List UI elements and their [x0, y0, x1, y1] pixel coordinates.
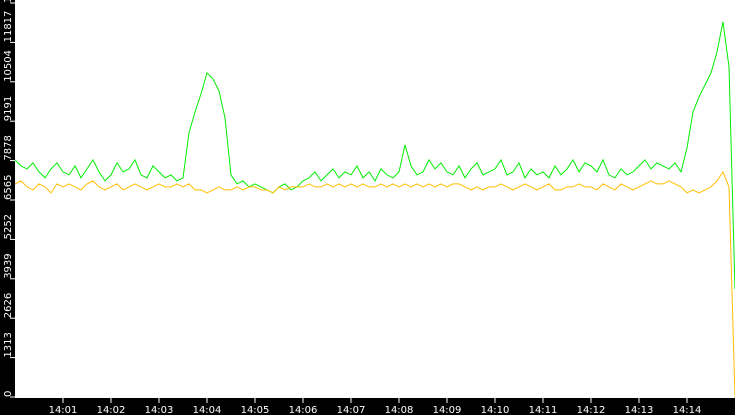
x-tick-label: 14:03	[145, 405, 174, 415]
x-tick-label: 14:01	[49, 405, 78, 415]
y-axis: 0 1313 2626 3939 5252 6565 7878 9191 10504 11817 1…	[3, 0, 15, 398]
y-tick-label: 9191	[3, 96, 14, 121]
x-tick-label: 14:04	[193, 405, 222, 415]
line-chart: 0 1313 2626 3939 5252 6565 7878 9191 10504 11817 1…	[0, 0, 735, 415]
x-tick-label: 14:07	[337, 405, 366, 415]
y-tick-label: 0	[3, 391, 14, 397]
x-tick-label: 14:12	[577, 405, 606, 415]
y-tick-label: 10504	[3, 50, 14, 82]
x-tick-label: 14:11	[529, 405, 558, 415]
plot-area	[15, 0, 735, 398]
y-tick-label: 3939	[3, 253, 14, 278]
x-tick-label: 14:09	[433, 405, 462, 415]
y-tick-label: 6565	[3, 175, 14, 200]
x-tick-label: 14:14	[673, 405, 702, 415]
y-tick-label: 1313	[3, 332, 14, 357]
y-tick-label: 13130	[3, 0, 14, 3]
x-tick-label: 14:10	[481, 405, 510, 415]
x-tick-label: 14:06	[289, 405, 318, 415]
y-tick-label: 5252	[3, 214, 14, 239]
y-tick-label: 7878	[3, 135, 14, 160]
y-tick-label: 2626	[3, 293, 14, 318]
chart-svg: 0 1313 2626 3939 5252 6565 7878 9191 10504 11817 1…	[3, 0, 735, 415]
x-tick-label: 14:08	[385, 405, 414, 415]
x-axis: 14:01 14:02 14:03 14:04 14:05 14:06 14:07 14:08…	[49, 398, 702, 415]
x-tick-label: 14:02	[97, 405, 126, 415]
x-tick-label: 14:13	[625, 405, 654, 415]
x-tick-label: 14:05	[241, 405, 270, 415]
y-tick-label: 11817	[3, 11, 14, 43]
